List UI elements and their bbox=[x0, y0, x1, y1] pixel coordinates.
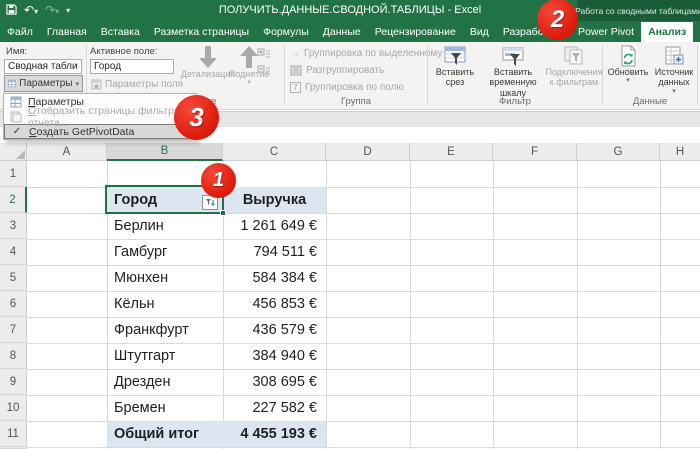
collapse-field-icon bbox=[257, 65, 270, 75]
cell-city[interactable]: Франкфурт bbox=[107, 317, 223, 343]
cell-c11-grand-total-value[interactable]: 4 455 193 € bbox=[223, 421, 326, 447]
field-settings-button: Параметры поля bbox=[88, 76, 186, 92]
cell-revenue[interactable]: 308 695 € bbox=[223, 369, 326, 395]
tab-formulas[interactable]: Формулы bbox=[256, 22, 316, 42]
annotation-badge-1: 1 bbox=[201, 163, 236, 198]
cell-city[interactable]: Мюнхен bbox=[107, 265, 223, 291]
cell-revenue[interactable]: 456 853 € bbox=[223, 291, 326, 317]
ungroup-icon bbox=[290, 65, 302, 76]
select-all-corner[interactable] bbox=[0, 143, 27, 161]
tab-file[interactable]: Файл bbox=[0, 22, 40, 42]
row-header-6[interactable]: 6 bbox=[0, 291, 27, 317]
cell-revenue[interactable]: 227 582 € bbox=[223, 395, 326, 421]
row-header-4[interactable]: 4 bbox=[0, 239, 27, 265]
cell-revenue[interactable]: 584 384 € bbox=[223, 265, 326, 291]
refresh-button[interactable]: Обновить ▾ bbox=[606, 45, 650, 85]
expand-field-button bbox=[257, 48, 271, 66]
data-source-icon bbox=[665, 46, 684, 65]
row-header-11[interactable]: 11 bbox=[0, 421, 27, 447]
cell-revenue[interactable]: 436 579 € bbox=[223, 317, 326, 343]
contextual-tab-header: Работа со сводными таблицами bbox=[575, 0, 700, 21]
group-field-button: 7 Группировка по полю bbox=[290, 82, 404, 93]
cell-revenue[interactable]: 794 511 € bbox=[223, 239, 326, 265]
expand-field-icon bbox=[257, 48, 270, 58]
column-header-c[interactable]: C bbox=[223, 143, 326, 161]
data-group-label: Данные bbox=[632, 96, 668, 107]
row-header-9[interactable]: 9 bbox=[0, 369, 27, 395]
row-header-7[interactable]: 7 bbox=[0, 317, 27, 343]
cell-b11-grand-total-label[interactable]: Общий итог bbox=[107, 421, 223, 447]
options-dropdown-menu: Параметры Отобразить страницы фильтра от… bbox=[3, 93, 197, 140]
dropdown-arrow-icon: ▾ bbox=[672, 87, 676, 95]
column-header-a[interactable]: A bbox=[27, 143, 107, 161]
checkmark-icon: ✓ bbox=[12, 126, 22, 137]
collapse-field-button bbox=[257, 65, 271, 83]
filter-connections-button: Подключения к фильтрам bbox=[546, 45, 602, 88]
insert-slicer-button[interactable]: Вставить срез bbox=[431, 45, 479, 88]
row-header-10[interactable]: 10 bbox=[0, 395, 27, 421]
cell-city[interactable]: Штутгарт bbox=[107, 343, 223, 369]
tab-review[interactable]: Рецензирование bbox=[368, 22, 463, 42]
column-header-h[interactable]: H bbox=[660, 143, 700, 161]
change-data-source-button[interactable]: Источник данных ▾ bbox=[651, 45, 697, 96]
column-header-g[interactable]: G bbox=[577, 143, 660, 161]
dropdown-arrow-icon: ▾ bbox=[75, 80, 79, 88]
fill-handle[interactable] bbox=[220, 210, 226, 216]
tab-page-layout[interactable]: Разметка страницы bbox=[147, 22, 256, 42]
active-field-input[interactable] bbox=[90, 59, 174, 74]
tab-home[interactable]: Главная bbox=[40, 22, 94, 42]
group-group-label: Группа bbox=[340, 96, 372, 107]
row-header-2[interactable]: 2 bbox=[0, 187, 27, 213]
cell-revenue[interactable]: 384 940 € bbox=[223, 343, 326, 369]
ungroup-button: Разгруппировать bbox=[290, 65, 384, 76]
cell-revenue[interactable]: 1 261 649 € bbox=[223, 213, 326, 239]
pivot-options-button[interactable]: Параметры ▾ bbox=[4, 75, 83, 92]
menu-item-show-report-filter-pages: Отобразить страницы фильтра отчета... bbox=[4, 105, 196, 129]
annotation-badge-3: 3 bbox=[174, 95, 219, 140]
cell-city[interactable]: Берлин bbox=[107, 213, 223, 239]
cell-city[interactable]: Дрезден bbox=[107, 369, 223, 395]
tab-design[interactable]: Конструктор bbox=[693, 22, 700, 42]
dropdown-arrow-icon: ▾ bbox=[626, 77, 630, 85]
pivot-options-icon bbox=[10, 96, 22, 107]
timeline-icon bbox=[502, 47, 524, 66]
row-header-8[interactable]: 8 bbox=[0, 343, 27, 369]
filter-sort-icon bbox=[206, 199, 215, 206]
refresh-icon bbox=[621, 45, 636, 67]
group-field-icon: 7 bbox=[290, 82, 301, 93]
row-header-5[interactable]: 5 bbox=[0, 265, 27, 291]
cell-city[interactable]: Гамбург bbox=[107, 239, 223, 265]
column-header-b[interactable]: B bbox=[107, 143, 223, 161]
arrow-right-icon: → bbox=[290, 48, 300, 59]
column-header-f[interactable]: F bbox=[493, 143, 577, 161]
excel-window: ↶▾ ↷▾ ▾ ПОЛУЧИТЬ.ДАННЫЕ.СВОДНОЙ.ТАБЛИЦЫ … bbox=[0, 0, 700, 449]
drill-down-button: Детализация bbox=[181, 45, 235, 79]
tab-view[interactable]: Вид bbox=[463, 22, 496, 42]
annotation-badge-2: 2 bbox=[537, 0, 578, 40]
cell-city[interactable]: Бремен bbox=[107, 395, 223, 421]
tab-power-pivot[interactable]: Power Pivot bbox=[571, 22, 641, 42]
row-header-3[interactable]: 3 bbox=[0, 213, 27, 239]
row-header-1[interactable]: 1 bbox=[0, 161, 27, 187]
tab-data[interactable]: Данные bbox=[316, 22, 368, 42]
slicer-icon bbox=[444, 46, 466, 65]
filter-group-label: Фильтр bbox=[499, 96, 531, 107]
pivot-options-icon bbox=[8, 79, 16, 88]
column-header-d[interactable]: D bbox=[326, 143, 410, 161]
tab-analyze[interactable]: Анализ bbox=[641, 22, 694, 42]
group-selection-button: → Группировка по выделенному bbox=[290, 48, 443, 59]
cell-city[interactable]: Кёльн bbox=[107, 291, 223, 317]
field-settings-icon bbox=[91, 78, 102, 90]
insert-timeline-button[interactable]: Вставить временную шкалу bbox=[479, 45, 547, 98]
report-pages-icon bbox=[10, 111, 22, 122]
dropdown-arrow-icon: ▾ bbox=[247, 79, 251, 87]
column-header-e[interactable]: E bbox=[410, 143, 493, 161]
ribbon-tab-bar: Файл Главная Вставка Разметка страницы Ф… bbox=[0, 22, 700, 42]
arrow-down-icon bbox=[199, 46, 217, 68]
title-bar: ↶▾ ↷▾ ▾ ПОЛУЧИТЬ.ДАННЫЕ.СВОДНОЙ.ТАБЛИЦЫ … bbox=[0, 0, 700, 22]
pivot-name-input[interactable] bbox=[4, 59, 82, 74]
filter-connections-icon bbox=[564, 46, 583, 65]
cell-c2-revenue-header[interactable]: Выручка bbox=[223, 187, 326, 213]
tab-insert[interactable]: Вставка bbox=[94, 22, 147, 42]
